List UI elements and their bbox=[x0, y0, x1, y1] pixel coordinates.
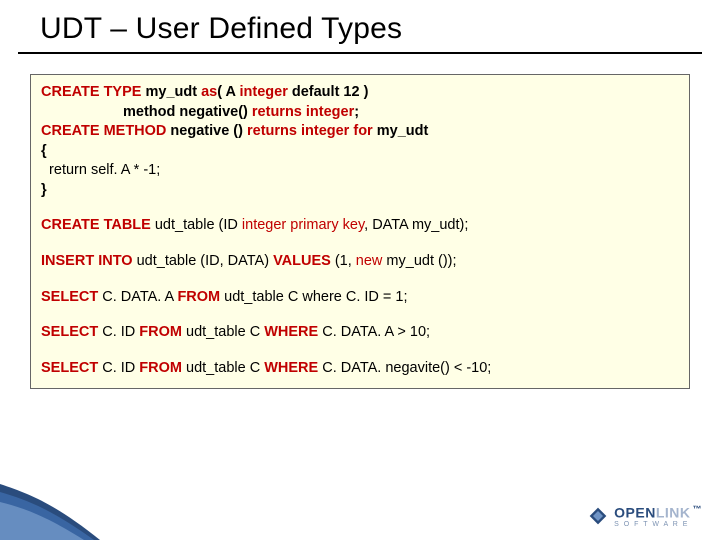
text: , DATA my_udt); bbox=[364, 217, 468, 233]
stmt-select-3: SELECT C. ID FROM udt_table C WHERE C. D… bbox=[41, 359, 679, 379]
text: method negative() bbox=[123, 104, 252, 120]
keyword-where: WHERE bbox=[264, 324, 318, 340]
keyword-where: WHERE bbox=[264, 360, 318, 376]
text: udt_table C bbox=[182, 360, 264, 376]
logo-text: OPENLINK™ S O F T W A R E bbox=[614, 504, 702, 528]
keyword-returns: returns bbox=[252, 104, 302, 120]
text: udt_table C bbox=[182, 324, 264, 340]
keyword-integer: integer bbox=[242, 217, 286, 233]
keyword-from: FROM bbox=[177, 289, 220, 305]
text: C. DATA. A bbox=[98, 289, 177, 305]
keyword-create-table: CREATE TABLE bbox=[41, 217, 151, 233]
slide: UDT – User Defined Types CREATE TYPE my_… bbox=[0, 0, 720, 540]
stmt-select-1: SELECT C. DATA. A FROM udt_table C where… bbox=[41, 288, 679, 308]
keyword-select: SELECT bbox=[41, 289, 98, 305]
code-line-6: } bbox=[41, 181, 679, 201]
keyword-values: VALUES bbox=[273, 253, 331, 269]
logo-mark-icon bbox=[588, 506, 608, 526]
text: default 12 ) bbox=[288, 84, 369, 100]
logo-word-2: LINK bbox=[656, 505, 691, 521]
code-line-5: return self. A * -1; bbox=[41, 161, 679, 181]
text: udt_table C where C. ID = 1; bbox=[220, 289, 407, 305]
stmt-select-2: SELECT C. ID FROM udt_table C WHERE C. D… bbox=[41, 323, 679, 343]
text: udt_table (ID bbox=[151, 217, 242, 233]
logo-tm: ™ bbox=[693, 504, 703, 514]
text: ( A bbox=[217, 84, 239, 100]
text: C. DATA. negavite() < -10; bbox=[318, 360, 491, 376]
keyword-integer: integer bbox=[306, 104, 354, 120]
text: ; bbox=[354, 104, 359, 120]
text: C. ID bbox=[98, 324, 139, 340]
keyword-create-type: CREATE TYPE bbox=[41, 84, 141, 100]
code-line-1: CREATE TYPE my_udt as( A integer default… bbox=[41, 83, 679, 103]
text: udt_table (ID, DATA) bbox=[133, 253, 273, 269]
corner-accent-icon bbox=[0, 484, 100, 540]
logo-subtitle: S O F T W A R E bbox=[614, 521, 702, 528]
text: negative () bbox=[166, 123, 247, 139]
text: my_udt bbox=[141, 84, 201, 100]
text: C. ID bbox=[98, 360, 139, 376]
code-line-3: CREATE METHOD negative () returns intege… bbox=[41, 122, 679, 142]
keyword-insert-into: INSERT INTO bbox=[41, 253, 133, 269]
text: (1, bbox=[331, 253, 356, 269]
text: C. DATA. A > 10; bbox=[318, 324, 430, 340]
keyword-from: FROM bbox=[139, 360, 182, 376]
keyword-as: as bbox=[201, 84, 217, 100]
keyword-returns: returns bbox=[247, 123, 297, 139]
text: my_udt bbox=[373, 123, 429, 139]
brand-logo: OPENLINK™ S O F T W A R E bbox=[588, 504, 702, 528]
text: my_udt ()); bbox=[382, 253, 456, 269]
code-box: CREATE TYPE my_udt as( A integer default… bbox=[30, 74, 690, 389]
keyword-select: SELECT bbox=[41, 360, 98, 376]
keyword-select: SELECT bbox=[41, 324, 98, 340]
keyword-from: FROM bbox=[139, 324, 182, 340]
code-line-2: method negative() returns integer; bbox=[41, 103, 679, 123]
logo-word-1: OPEN bbox=[614, 505, 656, 521]
keyword-create-method: CREATE METHOD bbox=[41, 123, 166, 139]
keyword-primary-key: primary key bbox=[290, 217, 364, 233]
stmt-create-table: CREATE TABLE udt_table (ID integer prima… bbox=[41, 216, 679, 236]
keyword-for: for bbox=[353, 123, 372, 139]
keyword-new: new bbox=[356, 253, 383, 269]
title-underline bbox=[18, 52, 702, 54]
keyword-integer: integer bbox=[301, 123, 349, 139]
code-line-4: { bbox=[41, 142, 679, 162]
keyword-integer: integer bbox=[240, 84, 288, 100]
stmt-insert: INSERT INTO udt_table (ID, DATA) VALUES … bbox=[41, 252, 679, 272]
slide-title: UDT – User Defined Types bbox=[40, 12, 402, 46]
